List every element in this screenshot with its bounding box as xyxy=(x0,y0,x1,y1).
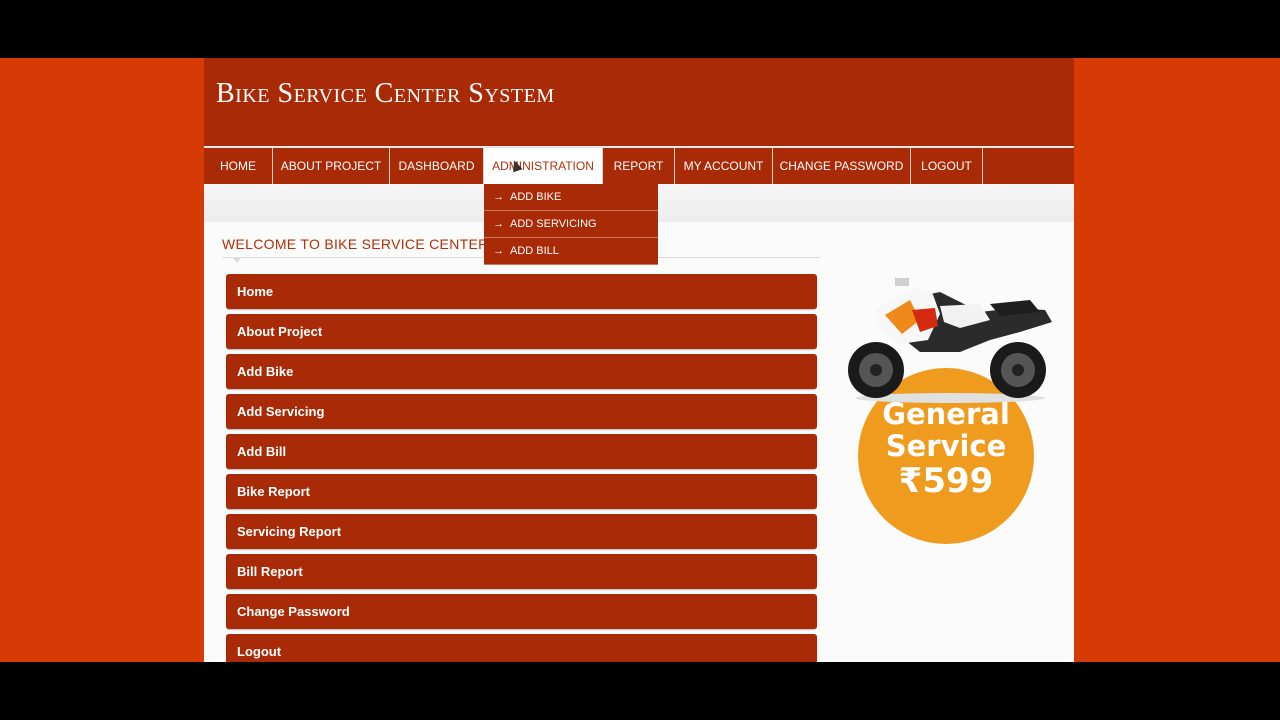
menu-servicing-report-button[interactable]: Servicing Report xyxy=(226,514,817,549)
arrow-right-icon: → xyxy=(493,245,504,257)
dropdown-add-bill[interactable]: → ADD BILL xyxy=(484,238,658,265)
nav-home[interactable]: HOME xyxy=(204,148,273,184)
dropdown-add-bike[interactable]: → ADD BIKE xyxy=(484,184,658,211)
menu-about-project-button[interactable]: About Project xyxy=(226,314,817,349)
promo-price: ₹599 xyxy=(898,461,994,501)
nav-dashboard[interactable]: DASHBOARD xyxy=(390,148,484,184)
promo-line-2: Service xyxy=(885,429,1007,463)
menu-change-password-button[interactable]: Change Password xyxy=(226,594,817,629)
main-nav: HOME ABOUT PROJECT DASHBOARD ADMINISTRAT… xyxy=(204,148,1074,184)
menu-home-button[interactable]: Home xyxy=(226,274,817,309)
welcome-heading: WELCOME TO BIKE SERVICE CENTER SYS xyxy=(222,236,522,252)
menu-add-bill-button[interactable]: Add Bill xyxy=(226,434,817,469)
nav-logout[interactable]: LOGOUT xyxy=(911,148,983,184)
nav-report[interactable]: REPORT xyxy=(603,148,675,184)
nav-my-account[interactable]: MY ACCOUNT xyxy=(675,148,773,184)
browser-viewport: Bike Service Center System HOME ABOUT PR… xyxy=(0,58,1280,662)
menu-bike-report-button[interactable]: Bike Report xyxy=(226,474,817,509)
side-menu: Home About Project Add Bike Add Servicin… xyxy=(226,274,817,662)
arrow-right-icon: → xyxy=(493,191,504,203)
nav-about-project[interactable]: ABOUT PROJECT xyxy=(273,148,390,184)
promo-banner: General Service ₹599 xyxy=(840,270,1064,544)
heading-notch xyxy=(232,257,242,263)
menu-bill-report-button[interactable]: Bill Report xyxy=(226,554,817,589)
menu-add-servicing-button[interactable]: Add Servicing xyxy=(226,394,817,429)
motorcycle-image xyxy=(848,278,1052,403)
arrow-right-icon: → xyxy=(493,218,504,230)
page-container: Bike Service Center System HOME ABOUT PR… xyxy=(204,58,1074,662)
site-header: Bike Service Center System xyxy=(204,58,1074,146)
menu-logout-button[interactable]: Logout xyxy=(226,634,817,662)
dropdown-add-servicing[interactable]: → ADD SERVICING xyxy=(484,211,658,238)
nav-change-password[interactable]: CHANGE PASSWORD xyxy=(773,148,911,184)
nav-administration[interactable]: ADMINISTRATION xyxy=(484,148,603,184)
menu-add-bike-button[interactable]: Add Bike xyxy=(226,354,817,389)
site-title: Bike Service Center System xyxy=(216,78,555,109)
administration-dropdown: → ADD BIKE → ADD SERVICING → ADD BILL xyxy=(484,184,658,265)
